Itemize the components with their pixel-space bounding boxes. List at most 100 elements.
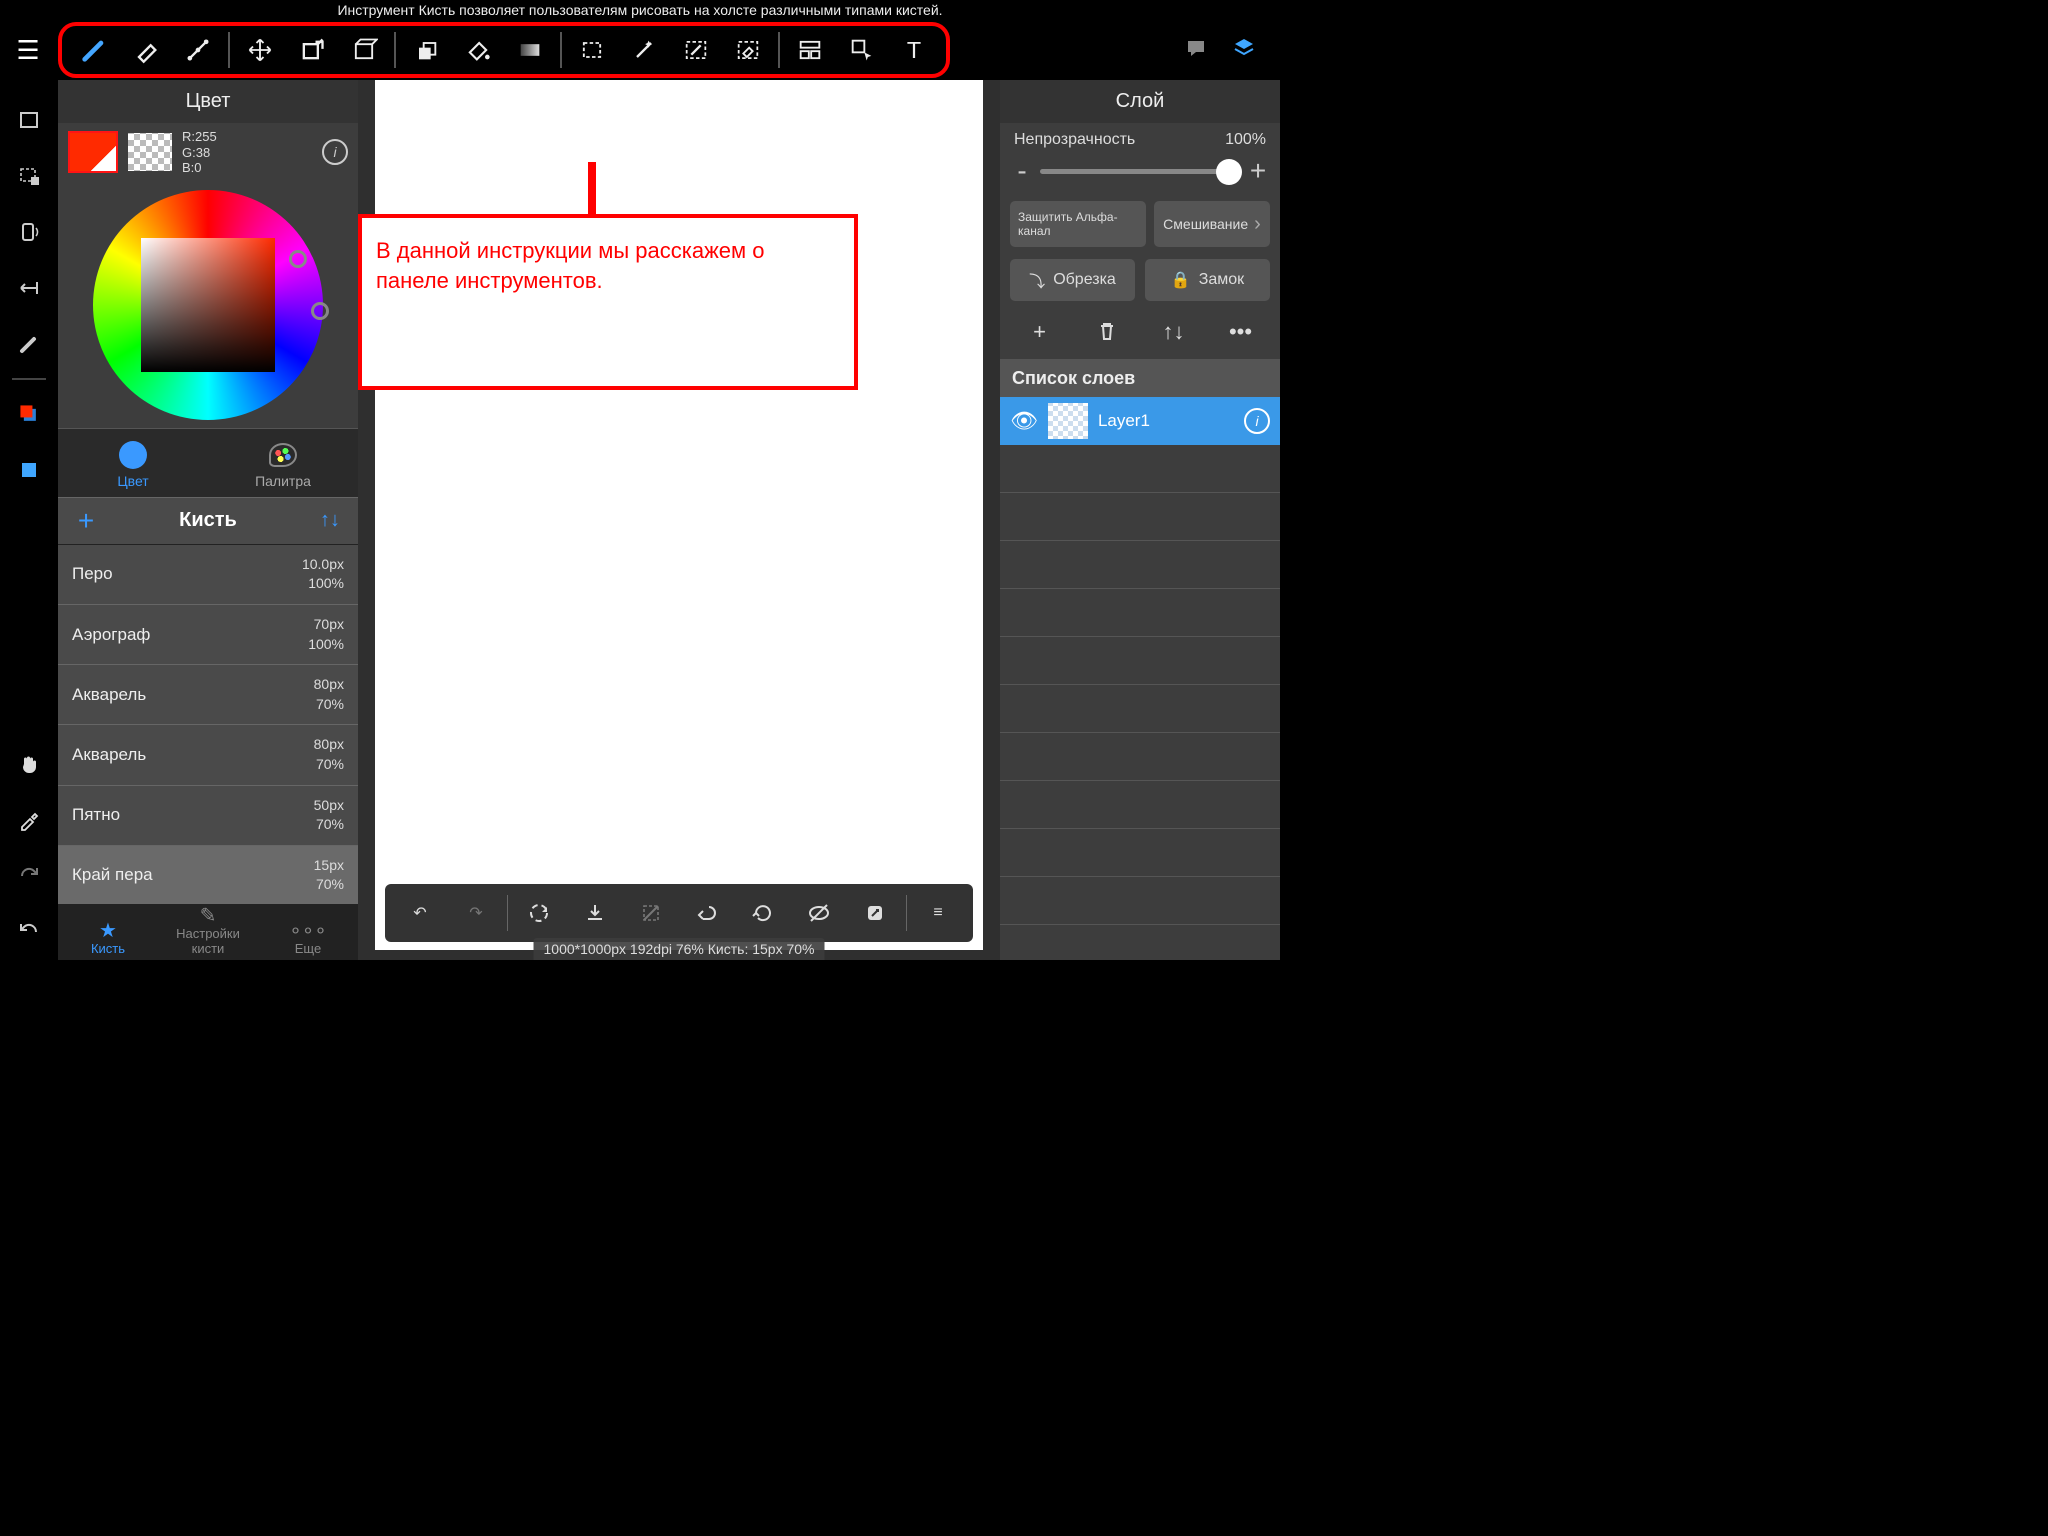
color-panel-title: Цвет xyxy=(58,80,358,123)
sort-brushes[interactable]: ↑↓ xyxy=(302,509,358,532)
canvas[interactable] xyxy=(375,80,983,950)
brush-name: Акварель xyxy=(72,685,146,705)
reorder-layer[interactable]: ↑↓ xyxy=(1154,319,1194,349)
protect-alpha-button[interactable]: Защитить Альфа-канал xyxy=(1010,201,1146,247)
brush-list[interactable]: Перо10.0px100%Аэрограф70px100% Акварель 80… xyxy=(58,545,358,904)
gradient-tool[interactable] xyxy=(504,26,556,74)
layer-row[interactable]: 👁 Layer1 i xyxy=(1000,397,1280,445)
redo-button[interactable]: ↷ xyxy=(451,889,501,937)
brush-values: 80px70% xyxy=(314,735,344,774)
clipping-button[interactable]: ⤵Обрезка xyxy=(1010,259,1135,301)
flip-icon[interactable] xyxy=(6,260,52,316)
no-view-icon[interactable] xyxy=(794,889,844,937)
brush-item[interactable]: Акварель80px70% xyxy=(58,725,358,785)
redo-icon[interactable] xyxy=(6,848,52,904)
item-picker-tool[interactable] xyxy=(836,26,888,74)
select-rect-tool[interactable] xyxy=(566,26,618,74)
empty-layer-slot xyxy=(1000,493,1280,541)
brush-tab[interactable]: ★Кисть xyxy=(58,921,158,960)
selection-icon[interactable] xyxy=(6,148,52,204)
hue-handle[interactable] xyxy=(289,250,307,268)
chat-icon[interactable] xyxy=(1184,36,1208,65)
brush-more-tab[interactable]: ∘∘∘Еще xyxy=(258,921,358,960)
rgb-readout: R:255 G:38 B:0 xyxy=(182,129,217,176)
select-pen-tool[interactable] xyxy=(670,26,722,74)
dot-brush-tool[interactable] xyxy=(172,26,224,74)
blending-button[interactable]: Смешивание› xyxy=(1154,201,1270,247)
layer-list-header: Список слоев xyxy=(1000,360,1280,397)
brush-item[interactable]: Аэрограф70px100% xyxy=(58,605,358,665)
brush-name: Аэрограф xyxy=(72,625,150,645)
info-icon[interactable]: i xyxy=(322,139,348,165)
undo-button[interactable]: ↶ xyxy=(395,889,445,937)
rotate-icon[interactable] xyxy=(514,889,564,937)
brush-item[interactable]: Перо10.0px100% xyxy=(58,545,358,605)
color-square[interactable] xyxy=(141,238,275,372)
fill-bucket-tool[interactable] xyxy=(400,26,452,74)
bg-color-icon[interactable] xyxy=(6,442,52,498)
reload-icon[interactable] xyxy=(738,889,788,937)
empty-layer-slot xyxy=(1000,781,1280,829)
select-eraser-tool[interactable] xyxy=(722,26,774,74)
deselect-icon[interactable] xyxy=(626,889,676,937)
empty-layer-slot xyxy=(1000,829,1280,877)
callout-box: В данной инструкции мы расскажем о панел… xyxy=(358,214,858,390)
menu-button[interactable]: ☰ xyxy=(0,35,56,66)
text-tool[interactable]: T xyxy=(888,26,940,74)
visibility-icon[interactable]: 👁 xyxy=(1010,408,1038,434)
opacity-plus[interactable]: + xyxy=(1248,155,1268,187)
lock-button[interactable]: 🔒Замок xyxy=(1145,259,1270,301)
callout-stem xyxy=(588,162,596,216)
left-panel: Цвет R:255 G:38 B:0 i Цвет xyxy=(58,80,358,960)
sv-handle[interactable] xyxy=(311,302,329,320)
back-step-icon[interactable] xyxy=(682,889,732,937)
opacity-slider[interactable] xyxy=(1040,169,1240,174)
empty-layer-slot xyxy=(1000,685,1280,733)
mesh-transform-tool[interactable] xyxy=(338,26,390,74)
brush-values: 50px70% xyxy=(314,796,344,835)
undo-icon[interactable] xyxy=(6,904,52,960)
magic-wand-tool[interactable] xyxy=(618,26,670,74)
add-layer[interactable]: + xyxy=(1020,319,1060,349)
save-icon[interactable] xyxy=(570,889,620,937)
brush-settings-tab[interactable]: ✎Настройки кисти xyxy=(158,906,258,960)
add-brush[interactable]: + xyxy=(58,505,114,537)
brush-name: Перо xyxy=(72,564,113,584)
layer-panel-title: Слой xyxy=(1000,80,1280,123)
empty-layer-slot xyxy=(1000,877,1280,925)
frame-divider-tool[interactable] xyxy=(784,26,836,74)
status-bar: 1000*1000px 192dpi 76% Кисть: 15px 70% xyxy=(534,938,825,960)
color-tab[interactable]: Цвет xyxy=(58,429,208,497)
palette-tab[interactable]: Палитра xyxy=(208,429,358,497)
empty-layer-slot xyxy=(1000,445,1280,493)
brush-indicator-icon[interactable] xyxy=(6,316,52,372)
brush-panel-title: Кисть xyxy=(114,509,302,532)
brush-values: 80px70% xyxy=(314,675,344,714)
top-toolbar: ☰ T xyxy=(0,20,1280,80)
secondary-color-swatch[interactable] xyxy=(128,133,172,171)
brush-item[interactable]: Край пера15px70% xyxy=(58,846,358,904)
move-tool[interactable] xyxy=(234,26,286,74)
transform-tool[interactable] xyxy=(286,26,338,74)
hand-tool-icon[interactable] xyxy=(6,736,52,792)
rotate-device-icon[interactable] xyxy=(6,204,52,260)
color-wheel[interactable] xyxy=(93,190,323,420)
layers-icon[interactable] xyxy=(1232,36,1256,65)
screen-icon[interactable] xyxy=(6,92,52,148)
fullscreen-icon[interactable] xyxy=(850,889,900,937)
brush-tool[interactable] xyxy=(68,26,120,74)
eyedropper-icon[interactable] xyxy=(6,792,52,848)
primary-color-swatch[interactable] xyxy=(68,131,118,173)
layer-info-icon[interactable]: i xyxy=(1244,408,1270,434)
brush-item[interactable]: Акварель 80px70% xyxy=(58,665,358,725)
tool-hint: Инструмент Кисть позволяет пользователям… xyxy=(0,0,1280,20)
brush-item[interactable]: Пятно 50px70% xyxy=(58,786,358,846)
brush-name: Пятно xyxy=(72,805,120,825)
bottom-menu-icon[interactable]: ≡ xyxy=(913,889,963,937)
eraser-tool[interactable] xyxy=(120,26,172,74)
layer-more[interactable]: ••• xyxy=(1221,319,1261,349)
opacity-minus[interactable]: - xyxy=(1012,155,1032,187)
color-swap-icon[interactable] xyxy=(6,386,52,442)
bucket-tool[interactable] xyxy=(452,26,504,74)
delete-layer[interactable] xyxy=(1087,319,1127,349)
